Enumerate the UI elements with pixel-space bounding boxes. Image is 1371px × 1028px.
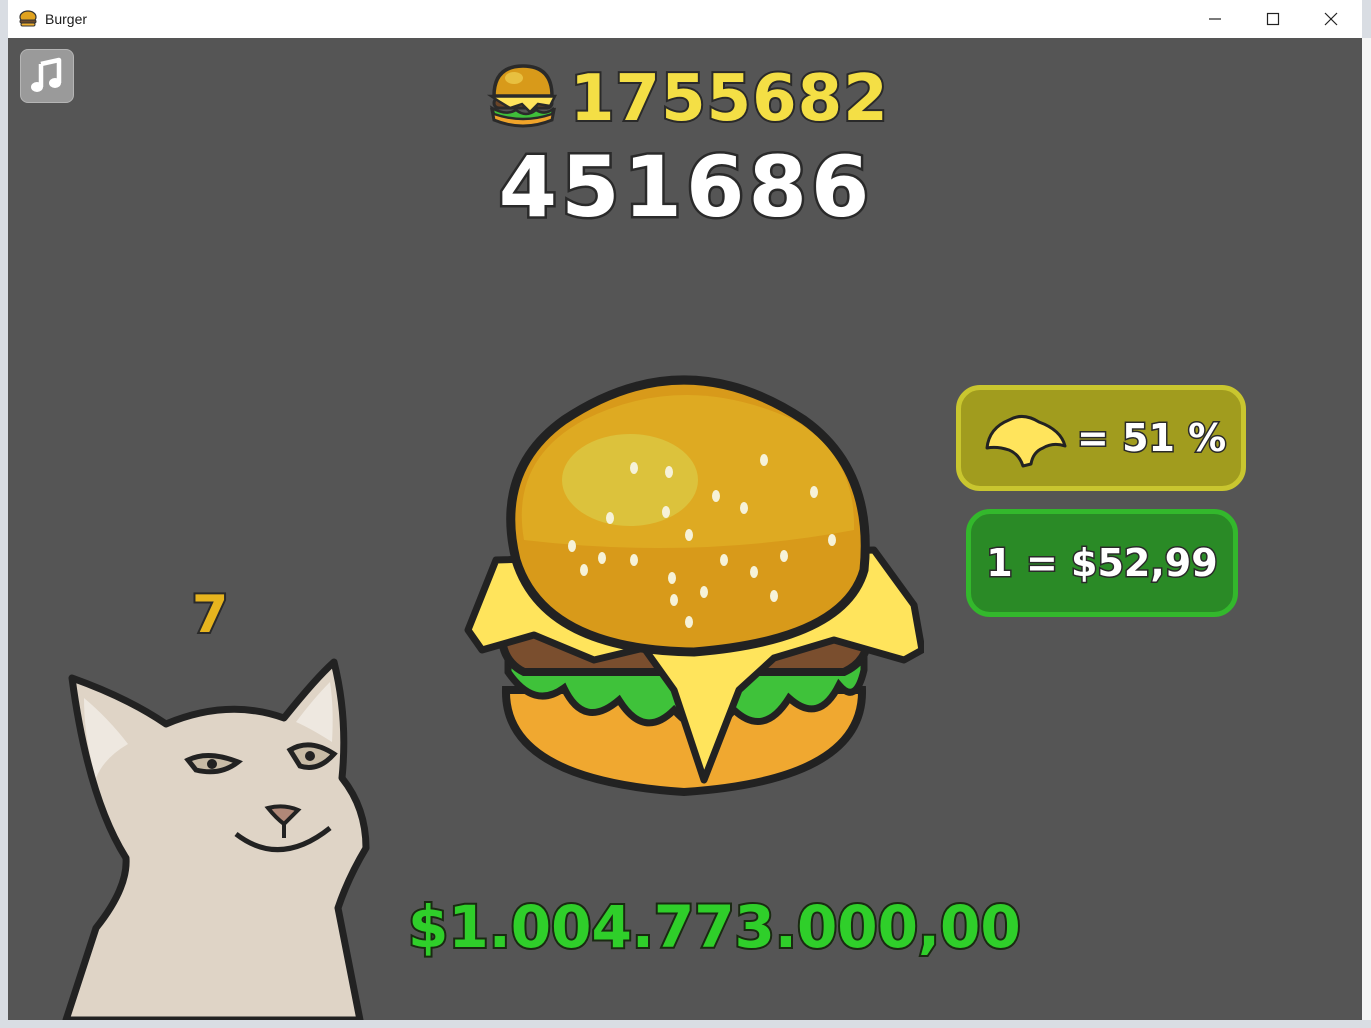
maximize-icon xyxy=(1266,12,1280,26)
cat-count: 7 xyxy=(190,583,230,647)
burger-price: 1 = $52,99 xyxy=(985,540,1219,587)
game-canvas: 1755682 451686 = 51 % 1 = $52,99 7 $1.00… xyxy=(8,38,1362,1020)
burger-price-panel[interactable]: 1 = $52,99 xyxy=(966,509,1238,617)
desktop-edge xyxy=(0,1020,1371,1028)
close-icon xyxy=(1324,12,1338,26)
cat-character[interactable] xyxy=(48,658,378,1020)
burger-click-target[interactable] xyxy=(444,360,924,800)
maximize-button[interactable] xyxy=(1244,0,1302,38)
total-burgers-counter: 1755682 xyxy=(568,60,890,138)
music-toggle-button[interactable] xyxy=(20,49,74,103)
close-button[interactable] xyxy=(1302,0,1360,38)
money-balance: $1.004.773.000,00 xyxy=(406,891,1023,963)
cheese-upgrade-panel[interactable]: = 51 % xyxy=(956,385,1246,491)
burger-icon xyxy=(19,10,37,27)
cheese-percentage: = 51 % xyxy=(1075,415,1227,462)
cheese-icon xyxy=(985,415,1067,468)
burger-counter-icon xyxy=(486,64,558,128)
current-burgers-counter: 451686 xyxy=(496,136,874,239)
window-titlebar: Burger xyxy=(8,0,1362,39)
minimize-icon xyxy=(1209,18,1221,20)
background-window-edge xyxy=(1362,38,1371,1020)
music-note-icon xyxy=(31,57,62,92)
window-title: Burger xyxy=(45,11,88,27)
minimize-button[interactable] xyxy=(1186,0,1244,38)
